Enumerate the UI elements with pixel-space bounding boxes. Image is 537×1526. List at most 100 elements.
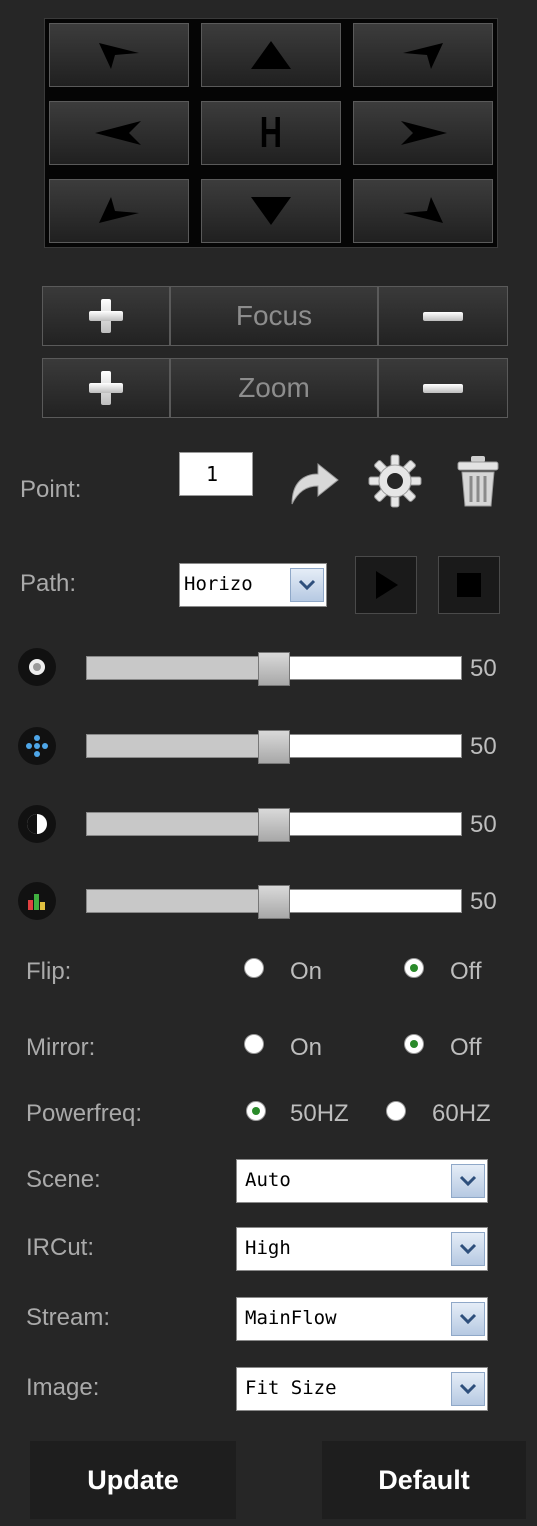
focus-plus-button[interactable] bbox=[42, 286, 170, 346]
path-selected-value: Horizo bbox=[184, 573, 253, 595]
zoom-row: Zoom bbox=[42, 358, 508, 418]
goto-point-button[interactable] bbox=[284, 452, 342, 510]
trash-icon bbox=[457, 456, 499, 507]
point-value: 1 bbox=[206, 462, 219, 486]
stream-select[interactable]: MainFlow bbox=[236, 1297, 488, 1341]
arrow-up-left-icon bbox=[99, 43, 139, 69]
focus-minus-button[interactable] bbox=[378, 286, 508, 346]
default-button[interactable]: Default bbox=[322, 1441, 526, 1519]
arrow-down-right-icon bbox=[403, 197, 443, 223]
minus-icon bbox=[423, 311, 463, 321]
play-icon bbox=[376, 571, 398, 599]
set-point-button[interactable] bbox=[366, 452, 424, 510]
brightness-slider[interactable] bbox=[86, 652, 462, 686]
mirror-off-radio[interactable] bbox=[404, 1034, 424, 1054]
chroma-value: 50 bbox=[470, 888, 497, 915]
powerfreq-label: Powerfreq: bbox=[26, 1100, 143, 1127]
slider-fill bbox=[87, 657, 274, 679]
plus-icon bbox=[89, 371, 123, 405]
chevron-down-icon bbox=[290, 568, 324, 602]
point-label: Point: bbox=[20, 476, 82, 503]
scene-selected-value: Auto bbox=[245, 1169, 291, 1191]
slider-thumb[interactable] bbox=[258, 885, 290, 919]
zoom-label: Zoom bbox=[238, 372, 310, 403]
scene-label: Scene: bbox=[26, 1166, 101, 1193]
mirror-off-label: Off bbox=[450, 1034, 482, 1061]
focus-row: Focus bbox=[42, 286, 508, 346]
powerfreq-50hz-label: 50HZ bbox=[290, 1100, 349, 1127]
ircut-selected-value: High bbox=[245, 1237, 291, 1259]
home-label: H bbox=[259, 108, 283, 157]
powerfreq-50hz-radio[interactable] bbox=[246, 1101, 266, 1121]
arrow-up-right-icon bbox=[403, 43, 443, 69]
focus-label: Focus bbox=[235, 300, 313, 331]
slider-fill bbox=[87, 813, 274, 835]
flip-off-label: Off bbox=[450, 958, 482, 985]
slider-fill bbox=[87, 735, 274, 757]
chroma-icon bbox=[18, 882, 56, 920]
ircut-select[interactable]: High bbox=[236, 1227, 488, 1271]
brightness-value: 50 bbox=[470, 655, 497, 682]
chroma-slider[interactable] bbox=[86, 885, 462, 919]
arrow-down-left-icon bbox=[99, 197, 139, 223]
zoom-minus-button[interactable] bbox=[378, 358, 508, 418]
slider-thumb[interactable] bbox=[258, 808, 290, 842]
ptz-down-button[interactable] bbox=[201, 179, 341, 243]
gear-icon bbox=[368, 454, 422, 508]
arrow-left-icon bbox=[95, 121, 141, 145]
contrast-icon bbox=[18, 805, 56, 843]
image-label: Image: bbox=[26, 1374, 100, 1401]
arrow-up-icon bbox=[251, 41, 291, 69]
ptz-left-button[interactable] bbox=[49, 101, 189, 165]
stream-selected-value: MainFlow bbox=[245, 1307, 337, 1329]
zoom-plus-button[interactable] bbox=[42, 358, 170, 418]
ptz-home-button[interactable]: H bbox=[201, 101, 341, 165]
chevron-down-icon bbox=[451, 1302, 485, 1336]
zoom-label-cell: Zoom bbox=[170, 358, 378, 418]
stop-icon bbox=[457, 573, 481, 597]
slider-thumb[interactable] bbox=[258, 652, 290, 686]
stream-label: Stream: bbox=[26, 1304, 111, 1331]
update-button[interactable]: Update bbox=[30, 1441, 236, 1519]
arrow-right-icon bbox=[401, 121, 447, 145]
arrow-down-icon bbox=[251, 197, 291, 225]
redo-arrow-icon bbox=[291, 462, 339, 505]
ptz-pad: H bbox=[44, 18, 498, 248]
focus-label-cell: Focus bbox=[170, 286, 378, 346]
chevron-down-icon bbox=[451, 1372, 485, 1406]
flip-label: Flip: bbox=[26, 958, 72, 985]
flip-on-radio[interactable] bbox=[244, 958, 264, 978]
slider-thumb[interactable] bbox=[258, 730, 290, 764]
ptz-up-right-button[interactable] bbox=[353, 23, 493, 87]
image-select[interactable]: Fit Size bbox=[236, 1367, 488, 1411]
saturation-icon bbox=[18, 727, 56, 765]
powerfreq-60hz-label: 60HZ bbox=[432, 1100, 491, 1127]
ptz-down-left-button[interactable] bbox=[49, 179, 189, 243]
contrast-value: 50 bbox=[470, 811, 497, 838]
plus-icon bbox=[89, 299, 123, 333]
mirror-on-radio[interactable] bbox=[244, 1034, 264, 1054]
flip-on-label: On bbox=[290, 958, 323, 985]
path-stop-button[interactable] bbox=[438, 556, 500, 614]
mirror-on-label: On bbox=[290, 1034, 323, 1061]
minus-icon bbox=[423, 383, 463, 393]
chevron-down-icon bbox=[451, 1164, 485, 1198]
scene-select[interactable]: Auto bbox=[236, 1159, 488, 1203]
saturation-slider[interactable] bbox=[86, 730, 462, 764]
path-select[interactable]: Horizo bbox=[179, 563, 327, 607]
ptz-up-button[interactable] bbox=[201, 23, 341, 87]
flip-off-radio[interactable] bbox=[404, 958, 424, 978]
path-label: Path: bbox=[20, 570, 77, 597]
ptz-down-right-button[interactable] bbox=[353, 179, 493, 243]
point-input[interactable]: 1 bbox=[179, 452, 253, 496]
image-selected-value: Fit Size bbox=[245, 1377, 337, 1399]
contrast-slider[interactable] bbox=[86, 808, 462, 842]
chevron-down-icon bbox=[451, 1232, 485, 1266]
path-play-button[interactable] bbox=[355, 556, 417, 614]
powerfreq-60hz-radio[interactable] bbox=[386, 1101, 406, 1121]
saturation-value: 50 bbox=[470, 733, 497, 760]
delete-point-button[interactable] bbox=[454, 454, 502, 508]
mirror-label: Mirror: bbox=[26, 1034, 96, 1061]
ptz-up-left-button[interactable] bbox=[49, 23, 189, 87]
ptz-right-button[interactable] bbox=[353, 101, 493, 165]
